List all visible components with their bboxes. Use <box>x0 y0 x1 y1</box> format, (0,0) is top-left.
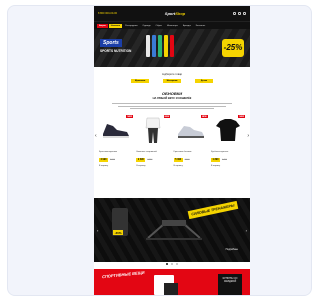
add-to-cart-link[interactable]: В корзину <box>174 165 208 167</box>
add-to-cart-link[interactable]: В корзину <box>211 165 245 167</box>
product-name[interactable]: Комплект спортивный <box>136 151 170 154</box>
section-heading: ОБНОВКИ <box>161 91 183 96</box>
banner-next-icon[interactable]: › <box>246 228 247 233</box>
slider-dot[interactable] <box>171 263 173 265</box>
bottle-image <box>158 35 162 57</box>
product-old-price: 3 290 <box>147 158 153 161</box>
slider-dots <box>94 263 250 265</box>
search-icon[interactable] <box>233 12 236 15</box>
hero-discount-badge: -25% <box>222 39 244 57</box>
hero-caption: SPORTS NUTRITION <box>100 49 132 53</box>
filter-chip-men[interactable]: Мужчинам <box>131 79 149 83</box>
product-tag: NEW <box>200 115 208 118</box>
carousel-next-icon[interactable]: › <box>247 133 249 139</box>
bottle-image <box>164 35 168 57</box>
top-bar: 8 800 000-00-00 SportShop <box>94 6 250 21</box>
product-price: 2 490 <box>136 157 146 162</box>
site-logo[interactable]: SportShop <box>165 11 185 16</box>
nav-item-clothing[interactable]: Одежда <box>141 24 153 28</box>
price-row: 4 990 6 990 <box>99 157 133 162</box>
promo-title: СПОРТИВНЫЕ ВЕЩИ <box>101 269 145 280</box>
nav-item-new[interactable]: Новинки <box>108 23 123 28</box>
nav-item-shoes[interactable]: Обувь <box>154 24 164 28</box>
product-name[interactable]: Кроссовки мужские <box>99 151 133 154</box>
sneaker-image[interactable] <box>174 115 208 145</box>
product-name[interactable]: Кроссовки беговые <box>174 151 208 154</box>
product-tag: NEW <box>163 115 171 118</box>
product-tag: NEW <box>126 115 133 118</box>
website-page: 8 800 000-00-00 SportShop Акции Новинки … <box>94 6 250 295</box>
slider-dot[interactable] <box>166 263 168 265</box>
exercise-machine-image <box>146 220 202 240</box>
cart-icon[interactable] <box>243 12 246 15</box>
logo-text-part2: Shop <box>175 11 186 16</box>
bottle-image <box>152 35 156 57</box>
text-line <box>118 105 226 107</box>
hero-banner[interactable]: Sports SPORTS NUTRITION -25% <box>94 29 250 67</box>
bottle-image <box>170 35 174 57</box>
tshirt-image[interactable] <box>211 115 245 145</box>
equipment-banner[interactable]: -30% СИЛОВЫЕ ТРЕНАЖЕРЫ Подробнее ‹ › <box>94 198 250 262</box>
carousel-prev-icon[interactable]: ‹ <box>95 133 97 139</box>
product-carousel: NEW Кроссовки мужские 4 990 6 990 В корз… <box>94 115 250 167</box>
product-card[interactable]: NEW Футболка мужская 1 290 1 790 В корзи… <box>210 115 245 167</box>
product-card[interactable]: NEW Кроссовки мужские 4 990 6 990 В корз… <box>99 115 133 167</box>
preview-card: 8 800 000-00-00 SportShop Акции Новинки … <box>7 5 312 296</box>
product-price: 1 290 <box>210 157 220 162</box>
promo-image-dark <box>164 283 178 295</box>
product-card[interactable]: NEW Кроссовки беговые 5 490 7 190 В корз… <box>173 115 208 167</box>
outfit-image[interactable] <box>136 115 170 145</box>
box-discount-tag: -30% <box>113 230 124 235</box>
price-row: 5 490 7 190 <box>173 157 208 162</box>
filter-chip-women[interactable]: Женщинам <box>163 79 181 83</box>
banner-prev-icon[interactable]: ‹ <box>97 228 98 233</box>
product-old-price: 1 790 <box>221 158 227 161</box>
main-nav: Акции Новинки Распродажа Одежда Обувь Ин… <box>94 21 250 29</box>
product-old-price: 7 190 <box>184 158 190 161</box>
product-price: 4 990 <box>99 157 108 162</box>
sneaker-image[interactable] <box>99 115 133 145</box>
filter-chips: Мужчинам Женщинам Детям <box>94 79 250 83</box>
hero-product-bottles <box>146 35 174 57</box>
product-old-price: 6 990 <box>109 158 115 161</box>
price-row: 2 490 3 290 <box>136 157 170 162</box>
logo-text-part1: Sport <box>164 11 176 16</box>
promo-banner[interactable]: СПОРТИВНЫЕ ВЕЩИ КУПИТЬ СО СКИДКОЙ <box>94 269 250 295</box>
slider-dot[interactable] <box>176 263 178 265</box>
section-description <box>112 103 232 109</box>
filter-chip-kids[interactable]: Детям <box>195 79 213 83</box>
user-icon[interactable] <box>238 12 241 15</box>
product-price: 5 490 <box>173 157 183 162</box>
add-to-cart-link[interactable]: В корзину <box>136 165 170 167</box>
price-row: 1 290 1 790 <box>210 157 245 162</box>
nav-item-contacts[interactable]: Контакты <box>194 24 207 28</box>
banner-cta-link[interactable]: Подробнее <box>226 248 238 251</box>
nav-item-clearance[interactable]: Распродажа <box>123 24 139 28</box>
filter-title: подберите товар <box>161 73 183 76</box>
phone-number[interactable]: 8 800 000-00-00 <box>98 12 117 15</box>
nav-item-sale[interactable]: Акции <box>97 23 108 28</box>
text-line <box>112 103 232 104</box>
bottle-image <box>146 35 150 57</box>
promo-tag[interactable]: КУПИТЬ СО СКИДКОЙ <box>218 274 242 295</box>
product-card[interactable]: NEW Комплект спортивный 2 490 3 290 В ко… <box>136 115 171 167</box>
product-tag: NEW <box>238 115 245 118</box>
nav-item-equipment[interactable]: Инвентарь <box>165 24 180 28</box>
text-line <box>130 108 214 109</box>
product-name[interactable]: Футболка мужская <box>211 151 245 154</box>
section-subheading: НА ЛЮБОЙ ВКУС И КОШЕЛЁК <box>152 97 192 100</box>
hero-brand: Sports <box>100 39 122 47</box>
nav-item-brands[interactable]: Бренды <box>181 24 193 28</box>
header-tools <box>233 12 246 15</box>
add-to-cart-link[interactable]: В корзину <box>99 165 133 167</box>
